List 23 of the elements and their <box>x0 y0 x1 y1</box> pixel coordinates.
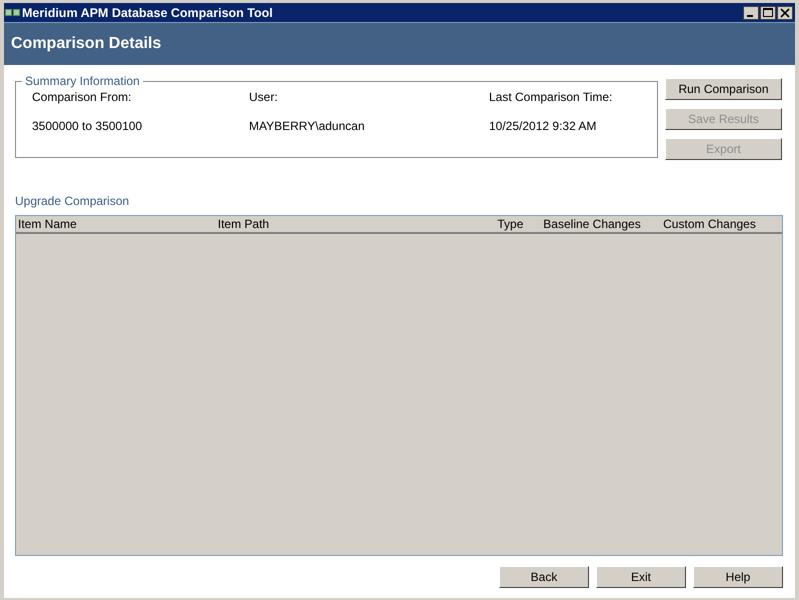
group-title: Summary Information <box>24 74 141 88</box>
field-label: Comparison From: <box>32 90 132 104</box>
action-button[interactable]: Run Comparison <box>665 78 782 100</box>
column-header[interactable]: Custom Changes <box>661 216 782 232</box>
window-title: Meridium APM Database Comparison Tool <box>22 6 273 20</box>
field-label: User: <box>249 90 279 104</box>
field-value: MAYBERRY\aduncan <box>249 119 366 133</box>
minimize-icon[interactable] <box>743 6 759 20</box>
column-header[interactable]: Item Path <box>216 216 496 232</box>
footer-button[interactable]: Help <box>693 566 783 588</box>
column-header[interactable]: Type <box>495 216 542 232</box>
field-value: 3500000 to 3500100 <box>32 119 144 133</box>
section-title: Upgrade Comparison <box>15 194 130 208</box>
footer-button[interactable]: Exit <box>596 566 686 588</box>
maximize-icon[interactable] <box>760 6 776 20</box>
app-icon <box>5 8 21 17</box>
footer-button[interactable]: Back <box>499 566 589 588</box>
field-value: 10/25/2012 9:32 AM <box>489 119 598 133</box>
page-title: Comparison Details <box>11 35 162 53</box>
column-header[interactable]: Item Name <box>16 216 216 232</box>
close-icon[interactable] <box>777 6 793 20</box>
column-header[interactable]: Baseline Changes <box>541 216 662 232</box>
field-label: Last Comparison Time: <box>489 90 614 104</box>
